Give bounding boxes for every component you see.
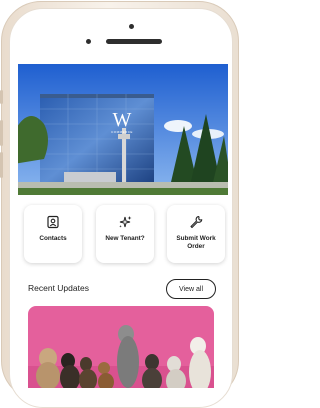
- contacts-label: Contacts: [39, 235, 67, 242]
- recent-updates-title: Recent Updates: [28, 283, 89, 293]
- hotel-logo-letter: W: [112, 109, 132, 131]
- recent-update-image[interactable]: [28, 306, 214, 388]
- contacts-button[interactable]: Contacts: [24, 205, 82, 263]
- phone-frame: W COMMERCE Contacts New Tenant? Submit W…: [0, 1, 239, 408]
- contact-card-icon: [47, 215, 59, 229]
- new-tenant-label: New Tenant?: [105, 235, 145, 242]
- wrench-icon: [190, 215, 203, 229]
- front-sensor-dot: [129, 24, 134, 29]
- front-camera-dot: [86, 39, 91, 44]
- new-tenant-button[interactable]: New Tenant?: [96, 205, 154, 263]
- sparkles-icon: [119, 216, 132, 228]
- submit-work-order-label: Submit Work Order: [176, 235, 216, 250]
- view-all-button[interactable]: View all: [166, 279, 216, 299]
- volume-up-button: [0, 120, 3, 146]
- earpiece: [86, 24, 174, 44]
- app-screen: W COMMERCE Contacts New Tenant? Submit W…: [18, 64, 228, 388]
- submit-work-order-button[interactable]: Submit Work Order: [167, 205, 225, 263]
- dogs-photo: [28, 306, 214, 388]
- speaker-grille: [106, 39, 162, 44]
- building-hero-image: W COMMERCE: [18, 64, 228, 195]
- mute-switch: [0, 90, 3, 104]
- building-sign-text: COMMERCE: [111, 130, 133, 134]
- volume-down-button: [0, 152, 3, 178]
- quick-actions: Contacts New Tenant? Submit Work Order: [24, 205, 225, 267]
